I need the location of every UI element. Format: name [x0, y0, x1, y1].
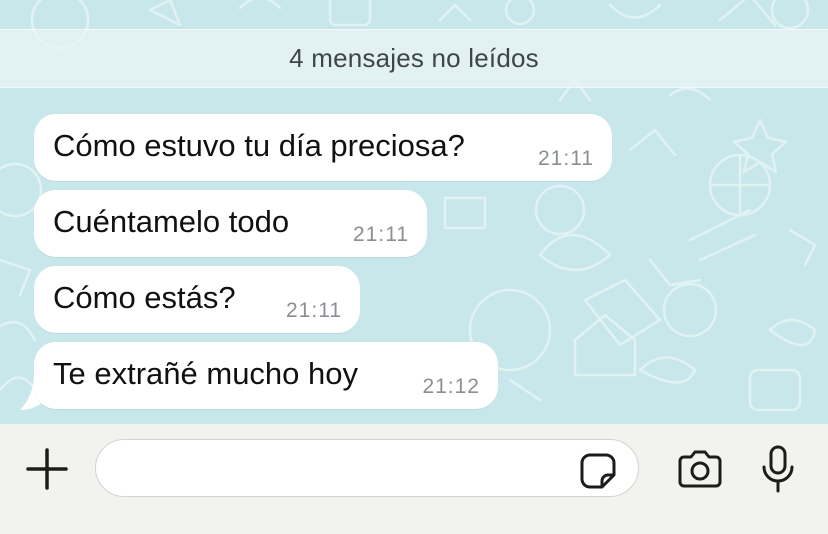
unread-messages-banner: 4 mensajes no leídos [0, 29, 828, 88]
add-attachment-button[interactable] [26, 448, 68, 490]
microphone-button[interactable] [760, 445, 796, 493]
microphone-icon [762, 445, 794, 493]
message-bubble[interactable]: Cómo estás? 21:11 [34, 266, 360, 333]
camera-icon [678, 450, 722, 488]
message-timestamp: 21:11 [538, 147, 594, 170]
message-timestamp: 21:11 [286, 299, 342, 322]
unread-messages-label: 4 mensajes no leídos [289, 43, 539, 73]
message-timestamp: 21:12 [422, 375, 480, 398]
message-text: Te extrañé mucho hoy [53, 356, 359, 391]
message-bubble[interactable]: Cómo estuvo tu día preciosa? 21:11 [34, 114, 612, 181]
message-text: Cuéntamelo todo [53, 204, 290, 239]
message-bubble[interactable]: Cuéntamelo todo 21:11 [34, 190, 427, 257]
message-text: Cómo estás? [53, 280, 236, 315]
sticker-button[interactable] [578, 451, 618, 491]
camera-button[interactable] [676, 449, 724, 489]
message-input[interactable] [95, 439, 639, 497]
chat-background: 4 mensajes no leídos Cómo estuvo tu día … [0, 0, 828, 424]
sticker-icon [580, 453, 616, 489]
message-text: Cómo estuvo tu día preciosa? [53, 128, 465, 163]
plus-icon [26, 448, 68, 490]
message-timestamp: 21:11 [353, 223, 409, 246]
message-bubble[interactable]: Te extrañé mucho hoy 21:12 [34, 342, 498, 409]
